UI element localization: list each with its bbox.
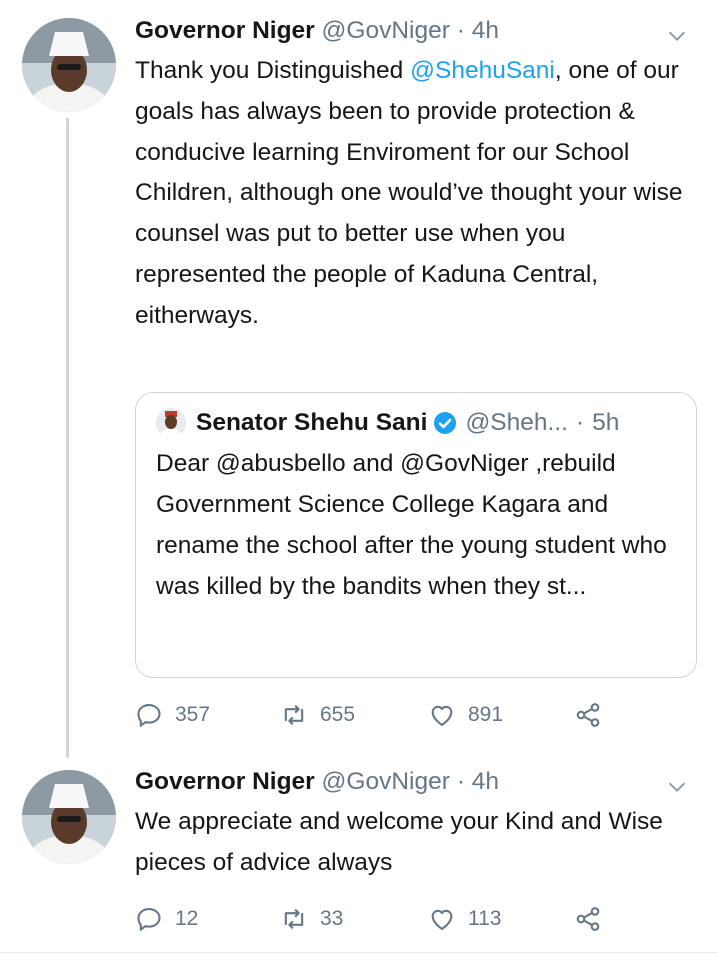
timestamp: 5h xyxy=(592,409,620,436)
reply-button[interactable]: 357 xyxy=(135,701,280,729)
retweet-count: 655 xyxy=(320,703,356,726)
chevron-down-icon[interactable] xyxy=(666,25,688,47)
profile-photo-icon xyxy=(22,18,116,112)
share-button[interactable] xyxy=(574,905,614,933)
retweet-count: 33 xyxy=(320,907,344,930)
heart-icon xyxy=(431,705,453,727)
share-icon xyxy=(576,703,600,727)
separator-dot: · xyxy=(456,17,465,44)
avatar[interactable] xyxy=(22,18,116,112)
like-count: 113 xyxy=(468,907,502,930)
like-count: 891 xyxy=(468,703,504,726)
user-handle[interactable]: @GovNiger xyxy=(322,17,450,44)
share-icon xyxy=(576,907,600,931)
retweet-icon xyxy=(284,704,304,726)
tweet-text: Thank you Distinguished @ShehuSani, one … xyxy=(135,51,698,337)
reply-icon xyxy=(137,704,161,728)
verified-badge-icon xyxy=(434,412,457,434)
quoted-tweet-header: Senator Shehu Sani @Sheh... · 5h xyxy=(156,407,678,439)
profile-photo-icon xyxy=(156,408,186,438)
mention-link[interactable]: @ShehuSani xyxy=(410,57,555,84)
separator-dot: · xyxy=(456,768,465,795)
tweet-text-part: , one of our goals has always been to pr… xyxy=(135,57,683,329)
share-button[interactable] xyxy=(574,701,614,729)
user-handle: @Sheh... xyxy=(465,409,568,436)
tweet-text: We appreciate and welcome your Kind and … xyxy=(135,808,663,876)
tweet-actions: 357 655 891 xyxy=(135,699,614,731)
timestamp[interactable]: 4h xyxy=(472,768,499,795)
like-button[interactable]: 891 xyxy=(428,701,574,729)
tweet[interactable]: Governor Niger @GovNiger · 4h We appreci… xyxy=(0,758,718,958)
reply-count: 12 xyxy=(175,907,199,930)
quoted-tweet[interactable]: Senator Shehu Sani @Sheh... · 5h Dear @a… xyxy=(135,392,697,678)
divider xyxy=(0,952,718,953)
tweet[interactable]: Governor Niger @GovNiger · 4h Thank you … xyxy=(0,0,718,750)
display-name[interactable]: Governor Niger xyxy=(135,768,315,795)
user-handle[interactable]: @GovNiger xyxy=(322,768,450,795)
avatar xyxy=(156,408,186,438)
reply-count: 357 xyxy=(175,703,211,726)
timestamp[interactable]: 4h xyxy=(472,17,499,44)
separator-dot: · xyxy=(575,409,585,436)
retweet-button[interactable]: 33 xyxy=(280,905,428,933)
reply-icon xyxy=(137,908,161,932)
profile-photo-icon xyxy=(22,770,116,864)
like-button[interactable]: 113 xyxy=(428,905,574,933)
reply-button[interactable]: 12 xyxy=(135,905,280,933)
retweet-icon xyxy=(284,908,304,930)
display-name: Senator Shehu Sani xyxy=(196,409,428,436)
display-name[interactable]: Governor Niger xyxy=(135,17,315,44)
quoted-tweet-text: Dear @abusbello and @GovNiger ,rebuild G… xyxy=(156,450,667,600)
chevron-down-icon[interactable] xyxy=(666,776,688,798)
heart-icon xyxy=(431,909,453,931)
tweet-actions: 12 33 113 xyxy=(135,903,614,935)
tweet-header: Governor Niger @GovNiger · 4h xyxy=(135,766,698,798)
tweet-header: Governor Niger @GovNiger · 4h xyxy=(135,15,698,47)
retweet-button[interactable]: 655 xyxy=(280,701,428,729)
avatar[interactable] xyxy=(22,770,116,864)
tweet-text-part: Thank you Distinguished xyxy=(135,57,411,84)
